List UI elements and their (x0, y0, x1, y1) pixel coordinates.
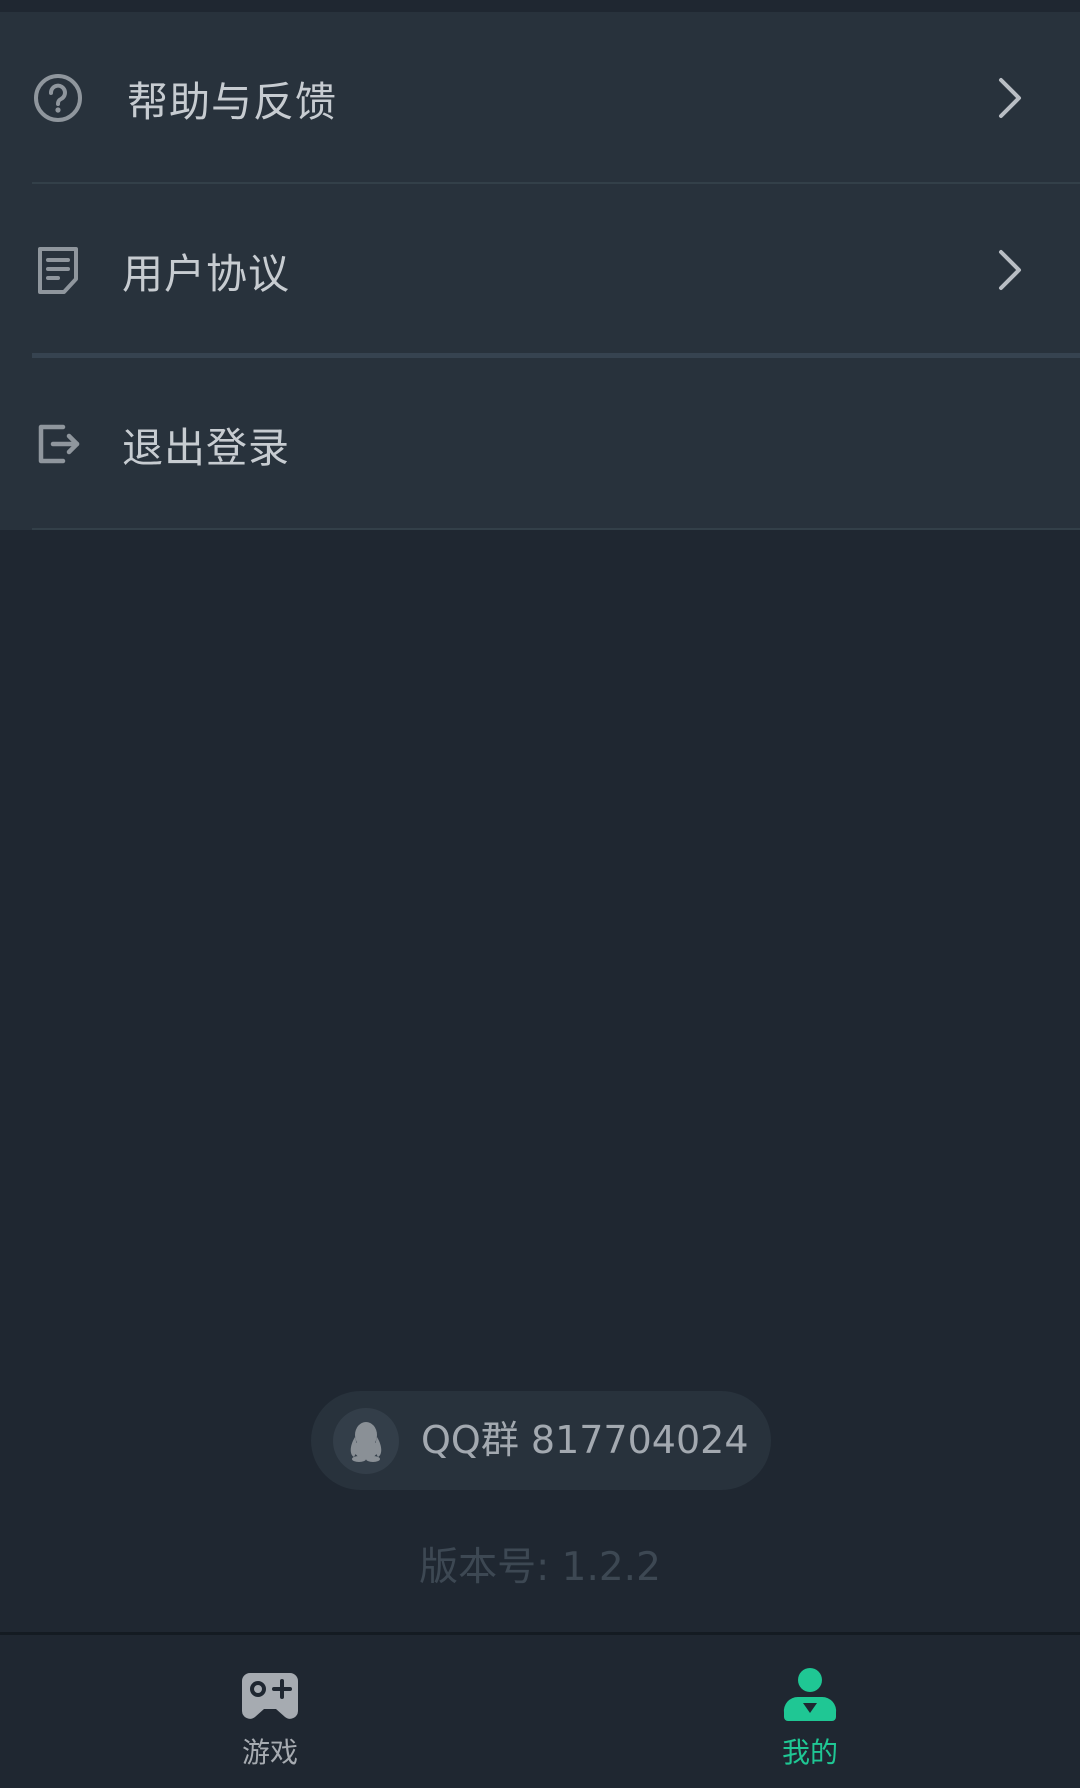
logout-icon (30, 416, 86, 472)
gamepad-icon (238, 1667, 302, 1723)
chevron-right-icon (992, 246, 1028, 294)
user-icon (778, 1667, 842, 1723)
tab-mine[interactable]: 我的 (730, 1635, 890, 1788)
menu-item-help-feedback[interactable]: 帮助与反馈 (0, 12, 1080, 184)
qq-group-button[interactable]: QQ群 817704024 (311, 1391, 771, 1490)
document-icon (30, 242, 86, 298)
qq-group-text: QQ群 817704024 (421, 1418, 749, 1462)
chevron-right-icon (992, 74, 1028, 122)
version-label: 版本号: 1.2.2 (419, 1545, 661, 1590)
menu-divider (32, 528, 1080, 530)
bottom-nav: 游戏 我的 (0, 1632, 1080, 1788)
menu-item-label: 用户协议 (122, 250, 290, 298)
tab-label: 我的 (781, 1736, 838, 1769)
tab-label: 游戏 (241, 1736, 298, 1769)
profile-screen: 帮助与反馈 用户协议 退出登录 QQ群 817704024 版本号: 1.2.2… (0, 0, 1080, 1788)
menu-item-label: 退出登录 (122, 424, 290, 472)
help-circle-icon (30, 70, 86, 126)
settings-menu: 帮助与反馈 用户协议 退出登录 (0, 12, 1080, 530)
tab-games[interactable]: 游戏 (190, 1635, 350, 1788)
menu-item-user-agreement[interactable]: 用户协议 (0, 184, 1080, 356)
menu-item-label: 帮助与反馈 (127, 78, 337, 126)
qq-penguin-icon (333, 1408, 399, 1474)
menu-item-logout[interactable]: 退出登录 (0, 358, 1080, 530)
